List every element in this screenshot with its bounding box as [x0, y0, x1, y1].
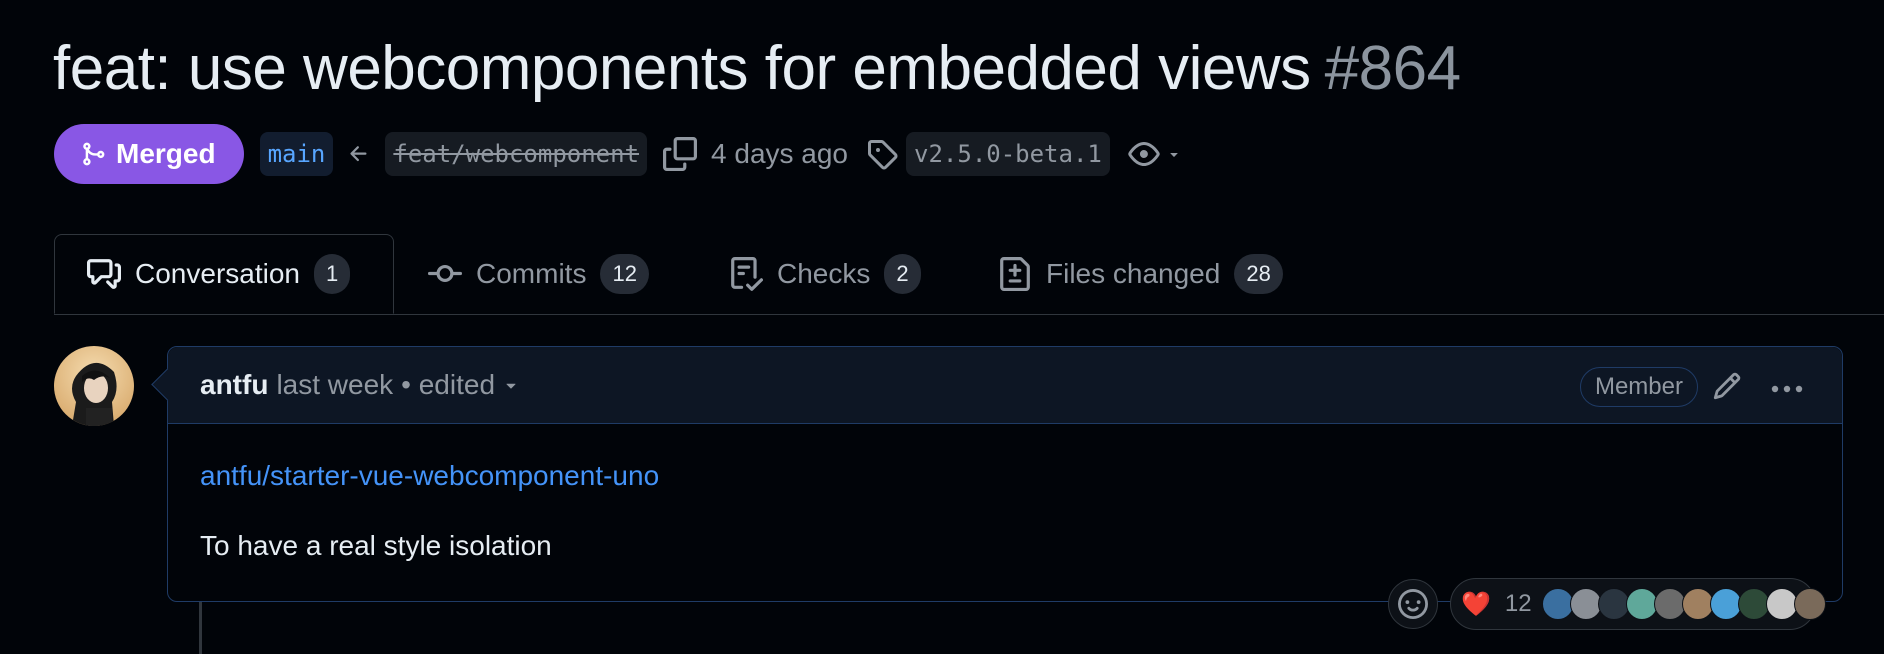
reactor-avatar[interactable]: [1793, 588, 1826, 620]
arrow-left-icon: [347, 142, 371, 166]
file-diff-icon: [1000, 257, 1030, 291]
reactor-avatar[interactable]: [1737, 588, 1770, 620]
tab-files-changed[interactable]: Files changed 28: [998, 234, 1283, 314]
merged-label: Merged: [116, 138, 216, 169]
pr-tabs: Conversation 1 Commits 12 Checks 2 Files…: [54, 234, 1884, 315]
tab-label: Checks: [777, 258, 871, 289]
tab-label: Conversation: [135, 258, 300, 289]
comment-time[interactable]: last week: [276, 369, 393, 401]
pencil-icon[interactable]: [1712, 371, 1742, 406]
tab-count: 1: [313, 254, 351, 294]
pr-number: #864: [1324, 34, 1461, 103]
eye-icon: [1128, 142, 1160, 166]
tab-checks[interactable]: Checks 2: [729, 234, 921, 314]
release-tag[interactable]: v2.5.0-beta.1: [906, 132, 1110, 176]
timeline-line: [199, 602, 202, 654]
reactor-avatar[interactable]: [1625, 588, 1658, 620]
add-reaction-button[interactable]: [1388, 579, 1438, 629]
tab-label: Files changed: [1046, 258, 1221, 289]
heart-reaction[interactable]: ❤️ 12: [1450, 578, 1826, 630]
tab-count: 12: [600, 254, 649, 294]
git-merge-icon: [83, 142, 105, 166]
head-branch[interactable]: feat/webcomponent: [385, 132, 648, 176]
repo-link[interactable]: antfu/starter-vue-webcomponent-uno: [200, 460, 1810, 492]
comment-text: To have a real style isolation: [200, 530, 552, 561]
reactor-avatar[interactable]: [1653, 588, 1686, 620]
pr-meta: Merged main feat/webcomponent 4 days ago…: [54, 124, 1182, 184]
pr-page: feat: use webcomponents for embedded vie…: [0, 0, 1884, 654]
comment-box: antfu last week • edited Member antfu/st…: [151, 346, 1843, 602]
tag-icon: [866, 138, 898, 170]
base-branch[interactable]: main: [259, 132, 334, 176]
member-badge: Member: [1579, 367, 1698, 407]
comment-caret: [151, 368, 184, 401]
checklist-icon: [731, 257, 763, 291]
reactor-avatar[interactable]: [1569, 588, 1602, 620]
comment-author[interactable]: antfu: [200, 369, 268, 401]
reactor-avatar[interactable]: [1541, 588, 1574, 620]
copy-icon[interactable]: [663, 137, 698, 171]
smiley-icon: [1398, 589, 1428, 619]
tab-count: 2: [884, 254, 921, 294]
tab-conversation[interactable]: Conversation 1: [54, 234, 394, 314]
comment-discussion-icon: [87, 259, 121, 289]
tab-label: Commits: [476, 258, 587, 289]
tab-count: 28: [1234, 254, 1283, 294]
pr-title-text: feat: use webcomponents for embedded vie…: [53, 34, 1311, 103]
caret-down-icon: [506, 383, 516, 389]
reactor-avatars: [1541, 588, 1826, 620]
merged-state-badge: Merged: [54, 124, 244, 184]
reactor-avatar[interactable]: [1709, 588, 1742, 620]
heart-emoji: ❤️: [1461, 590, 1491, 618]
kebab-horizontal-icon[interactable]: [1770, 381, 1804, 399]
tab-commits[interactable]: Commits 12: [428, 234, 649, 314]
edited-dropdown[interactable]: • edited: [401, 369, 521, 401]
pr-title: feat: use webcomponents for embedded vie…: [53, 30, 1461, 108]
comment-body: antfu/starter-vue-webcomponent-uno To ha…: [168, 460, 1842, 562]
avatar[interactable]: [54, 346, 134, 426]
edited-label: • edited: [401, 369, 496, 400]
merged-time: 4 days ago: [711, 138, 849, 169]
git-commit-icon: [428, 264, 462, 282]
reaction-count: 12: [1504, 590, 1532, 617]
caret-down-icon: [1170, 153, 1178, 157]
reactor-avatar[interactable]: [1765, 588, 1798, 620]
reactor-avatar[interactable]: [1681, 588, 1714, 620]
reactor-avatar[interactable]: [1597, 588, 1630, 620]
watch-dropdown[interactable]: [1128, 138, 1182, 170]
comment-header: antfu last week • edited Member: [151, 347, 1842, 424]
